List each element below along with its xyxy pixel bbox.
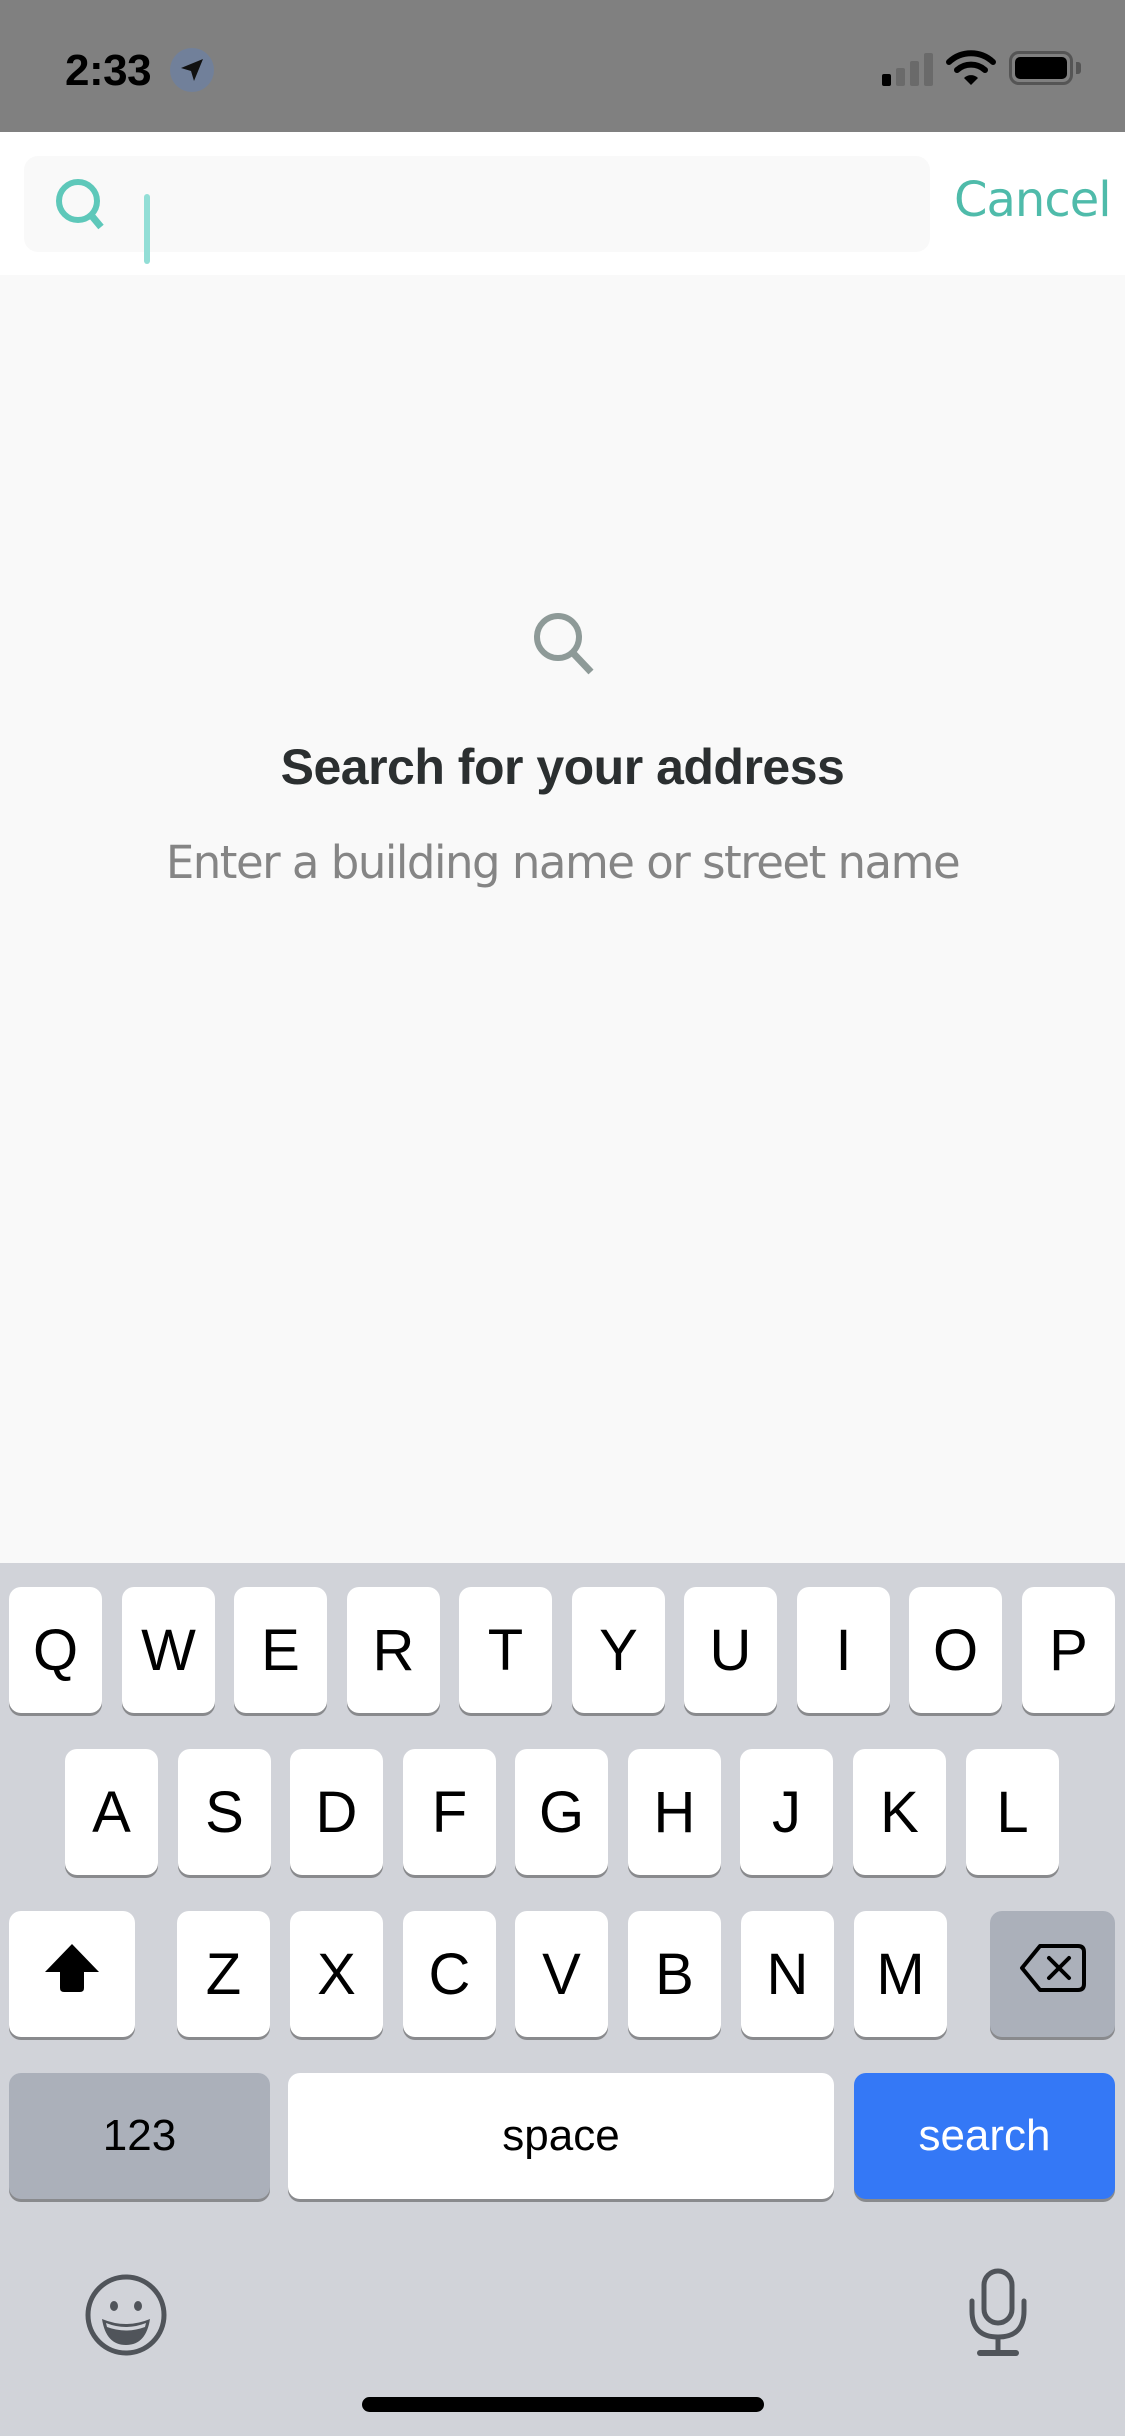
key-t[interactable]: T — [459, 1587, 552, 1713]
search-icon — [54, 178, 110, 239]
key-w[interactable]: W — [122, 1587, 215, 1713]
key-o[interactable]: O — [909, 1587, 1002, 1713]
key-g[interactable]: G — [515, 1749, 608, 1875]
key-k[interactable]: K — [853, 1749, 946, 1875]
battery-icon — [1009, 51, 1073, 85]
empty-state-subtitle: Enter a building name or street name — [165, 836, 961, 889]
key-a[interactable]: A — [65, 1749, 158, 1875]
key-j[interactable]: J — [740, 1749, 833, 1875]
key-z[interactable]: Z — [177, 1911, 270, 2037]
emoji-icon[interactable] — [84, 2273, 168, 2357]
text-cursor — [144, 194, 150, 264]
home-indicator[interactable] — [362, 2397, 764, 2412]
search-icon — [528, 608, 598, 683]
key-d[interactable]: D — [290, 1749, 383, 1875]
search-field[interactable] — [24, 156, 930, 264]
key-u[interactable]: U — [684, 1587, 777, 1713]
key-x[interactable]: X — [290, 1911, 383, 2037]
keyboard: Q W E R T Y U I O P A S D F G H J K L Z … — [0, 1563, 1125, 2436]
delete-backspace-icon — [1018, 1941, 1088, 2008]
shift-key[interactable] — [9, 1911, 135, 2037]
cellular-signal-icon — [882, 52, 934, 86]
battery-nub — [1076, 62, 1081, 74]
key-f[interactable]: F — [403, 1749, 496, 1875]
key-i[interactable]: I — [797, 1587, 890, 1713]
shift-arrow-icon — [42, 1941, 102, 2008]
status-bar: 2:33 — [0, 0, 1125, 132]
key-m[interactable]: M — [854, 1911, 947, 2037]
key-q[interactable]: Q — [9, 1587, 102, 1713]
key-h[interactable]: H — [628, 1749, 721, 1875]
space-key[interactable]: space — [288, 2073, 834, 2199]
status-time: 2:33 — [65, 46, 152, 95]
key-v[interactable]: V — [515, 1911, 608, 2037]
search-input[interactable] — [136, 166, 916, 242]
location-arrow-icon — [170, 48, 214, 92]
key-y[interactable]: Y — [572, 1587, 665, 1713]
search-header: Cancel — [0, 132, 1125, 275]
key-s[interactable]: S — [178, 1749, 271, 1875]
key-b[interactable]: B — [628, 1911, 721, 2037]
microphone-icon[interactable] — [960, 2265, 1036, 2361]
cancel-button[interactable]: Cancel — [954, 172, 1112, 228]
key-e[interactable]: E — [234, 1587, 327, 1713]
search-key[interactable]: search — [854, 2073, 1115, 2199]
key-c[interactable]: C — [403, 1911, 496, 2037]
numbers-key[interactable]: 123 — [9, 2073, 270, 2199]
wifi-icon — [946, 50, 996, 91]
key-p[interactable]: P — [1022, 1587, 1115, 1713]
key-r[interactable]: R — [347, 1587, 440, 1713]
key-l[interactable]: L — [966, 1749, 1059, 1875]
empty-state-title: Search for your address — [280, 739, 845, 795]
delete-key[interactable] — [990, 1911, 1115, 2037]
key-n[interactable]: N — [741, 1911, 834, 2037]
